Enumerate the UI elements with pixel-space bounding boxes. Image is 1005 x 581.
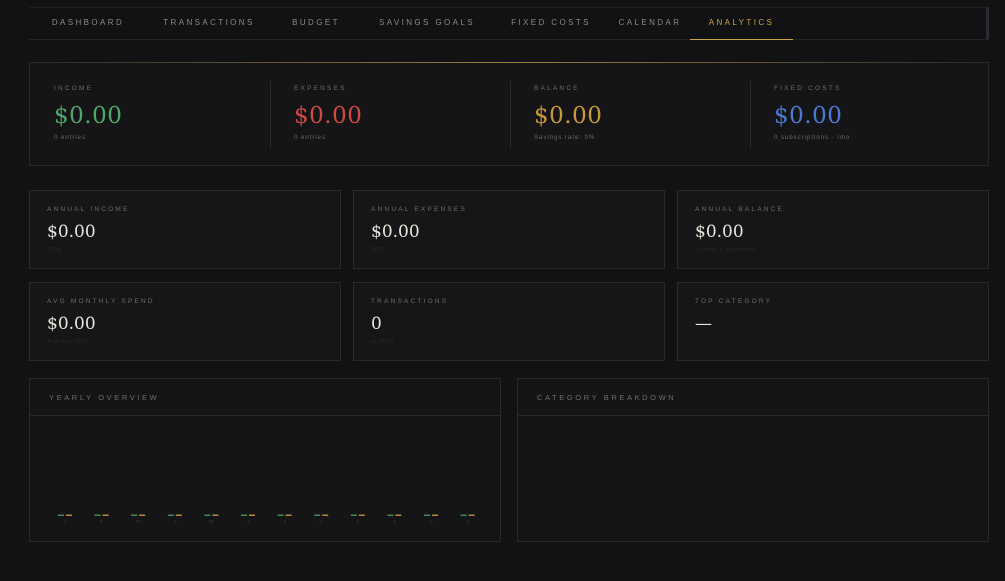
annual-income-card: ANNUAL INCOME $0.00 2026	[29, 190, 341, 269]
chart-bar	[387, 514, 394, 516]
expenses-value: $0.00	[294, 103, 363, 129]
chart-bar	[94, 514, 101, 516]
chart-bar	[212, 514, 219, 516]
card-value: —	[695, 314, 712, 334]
card-sub: in 2026	[371, 339, 395, 345]
chart-bar	[249, 514, 255, 516]
chart-bar	[66, 514, 72, 516]
chart-bar	[395, 514, 402, 516]
income-sub: 0 entries	[54, 135, 87, 141]
divider	[750, 81, 751, 149]
avg-monthly-spend-card: AVG MONTHLY SPEND $0.00 Average 2026	[29, 282, 341, 361]
chart-bar	[58, 514, 64, 516]
card-sub: Income − Expenses	[695, 247, 757, 253]
chart-bar	[432, 514, 438, 516]
category-breakdown-panel: CATEGORY BREAKDOWN	[517, 378, 989, 542]
card-value: $0.00	[47, 222, 96, 242]
chart-tick-label: M	[136, 519, 140, 524]
card-label: TRANSACTIONS	[371, 298, 449, 305]
fixed-costs-sub: 0 subscriptions · /mo	[774, 135, 851, 141]
card-sub: 2026	[371, 247, 387, 253]
card-label: AVG MONTHLY SPEND	[47, 298, 155, 305]
expenses-sub: 0 entries	[294, 135, 327, 141]
balance-sub: Savings rate: 0%	[534, 135, 596, 141]
top-category-card: TOP CATEGORY —	[677, 282, 989, 361]
chart-tick-label: S	[356, 519, 359, 524]
chart-bar	[468, 514, 475, 516]
yearly-overview-chart: JFMAMJJASOND	[58, 514, 475, 524]
transactions-card: TRANSACTIONS 0 in 2026	[353, 282, 665, 361]
chart-bar	[358, 514, 365, 516]
card-sub: 2026	[47, 247, 63, 253]
chart-tick-label: N	[429, 519, 432, 524]
tab-dashboard[interactable]: DASHBOARD	[29, 8, 147, 40]
chart-tick-label: A	[173, 519, 176, 524]
card-value: $0.00	[695, 222, 744, 242]
divider	[510, 81, 511, 149]
chart-bar	[241, 514, 247, 516]
chart-bar	[350, 514, 357, 516]
chart-tick-label: J	[64, 519, 66, 524]
card-sub: Average 2026	[47, 339, 91, 345]
balance-stat: BALANCE $0.00 Savings rate: 0%	[510, 63, 750, 167]
expenses-stat: EXPENSES $0.00 0 entries	[270, 63, 510, 167]
card-label: ANNUAL EXPENSES	[371, 206, 467, 213]
chart-bar	[139, 514, 146, 516]
tab-fixed-costs[interactable]: FIXED COSTS	[493, 8, 609, 40]
chart-bar	[204, 514, 211, 516]
chart-tick-label: J	[247, 519, 249, 524]
card-value: $0.00	[47, 314, 96, 334]
annual-balance-card: ANNUAL BALANCE $0.00 Income − Expenses	[677, 190, 989, 269]
card-label: ANNUAL INCOME	[47, 206, 130, 213]
income-stat: INCOME $0.00 0 entries	[30, 63, 270, 167]
card-value: 0	[371, 314, 382, 334]
card-label: ANNUAL BALANCE	[695, 206, 785, 213]
annual-expenses-card: ANNUAL EXPENSES $0.00 2026	[353, 190, 665, 269]
expenses-label: EXPENSES	[294, 85, 347, 92]
fixed-costs-stat: FIXED COSTS $0.00 0 subscriptions · /mo	[750, 63, 990, 167]
chart-tick-label: O	[393, 519, 397, 524]
balance-label: BALANCE	[534, 85, 580, 92]
income-label: INCOME	[54, 85, 94, 92]
panel-title: YEARLY OVERVIEW	[30, 379, 500, 416]
chart-bar	[314, 514, 321, 516]
tab-savings-goals[interactable]: SAVINGS GOALS	[361, 8, 493, 40]
card-value: $0.00	[371, 222, 420, 242]
divider	[270, 81, 271, 149]
chart-tick-label: J	[283, 519, 285, 524]
chart-tick-label: F	[100, 519, 103, 524]
card-label: TOP CATEGORY	[695, 298, 773, 305]
chart-bar	[322, 514, 329, 516]
chart-bar	[131, 514, 138, 516]
chart-bar	[424, 514, 430, 516]
chart-bar	[167, 514, 174, 516]
fixed-costs-label: FIXED COSTS	[774, 85, 842, 92]
chart-bar	[277, 514, 284, 516]
income-value: $0.00	[54, 103, 123, 129]
chart-bar	[460, 514, 467, 516]
yearly-overview-panel: YEARLY OVERVIEW J F M A M J J A S O N D	[29, 378, 501, 542]
chart-bar	[285, 514, 292, 516]
fixed-costs-value: $0.00	[774, 103, 843, 129]
tab-bar: DASHBOARD TRANSACTIONS BUDGET SAVINGS GO…	[29, 7, 989, 40]
chart-tick-label: M	[210, 519, 214, 524]
tab-budget[interactable]: BUDGET	[271, 8, 361, 40]
summary-panel: INCOME $0.00 0 entries EXPENSES $0.00 0 …	[29, 62, 989, 166]
chart-bar	[175, 514, 182, 516]
balance-value: $0.00	[534, 103, 603, 129]
tab-transactions[interactable]: TRANSACTIONS	[147, 8, 271, 40]
tab-analytics[interactable]: ANALYTICS	[690, 8, 793, 40]
chart-tick-label: D	[466, 519, 470, 524]
tab-calendar[interactable]: CALENDAR	[609, 8, 691, 40]
chart-tick-label: A	[320, 519, 323, 524]
chart-bar	[102, 514, 109, 516]
panel-title: CATEGORY BREAKDOWN	[518, 379, 988, 416]
